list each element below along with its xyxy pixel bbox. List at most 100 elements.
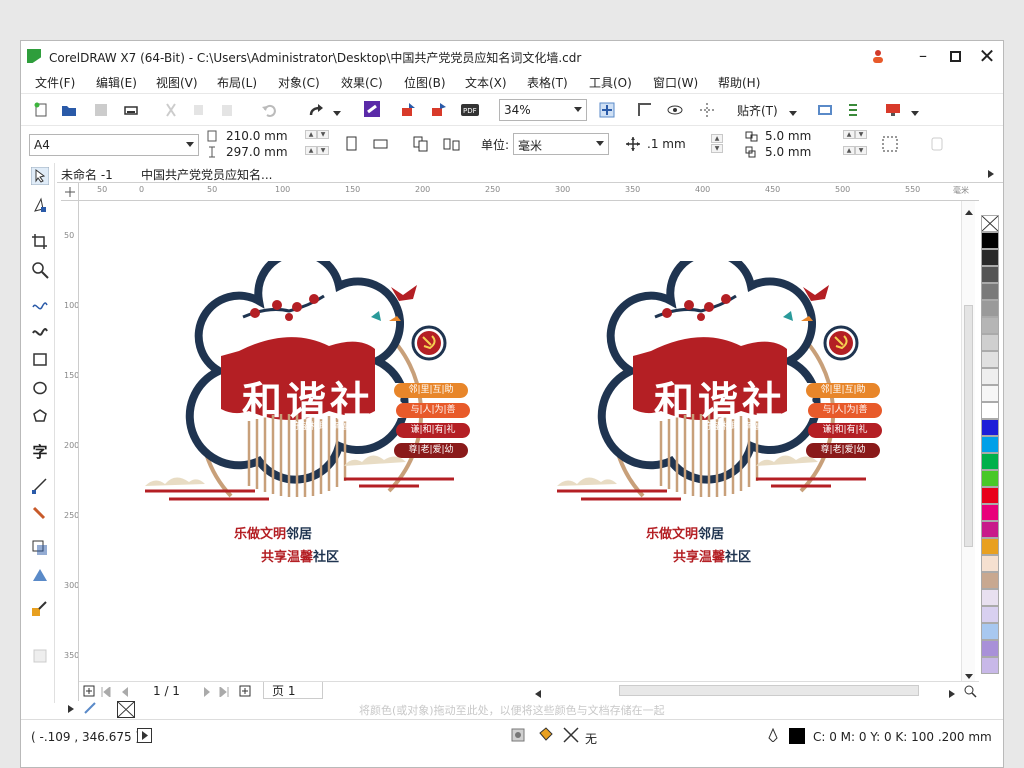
palette-swatch[interactable] <box>981 334 999 351</box>
page-tab[interactable]: 页 1 <box>263 682 323 699</box>
menu-view[interactable]: 视图(V) <box>156 74 198 91</box>
palette-swatch[interactable] <box>981 317 999 334</box>
save-icon[interactable] <box>93 102 109 116</box>
palette-swatch[interactable] <box>981 555 999 572</box>
dimension-tool-icon[interactable] <box>31 477 49 495</box>
open-icon[interactable] <box>61 102 77 116</box>
doc-palette-expand-icon[interactable] <box>67 703 75 717</box>
scroll-thumb[interactable] <box>964 305 973 547</box>
vertical-scrollbar[interactable] <box>961 201 975 681</box>
palette-swatch[interactable] <box>981 589 999 606</box>
maximize-icon[interactable] <box>941 44 969 68</box>
status-expand-icon[interactable] <box>137 728 152 743</box>
nudge-spinner-down[interactable]: ▼ <box>711 144 723 153</box>
undo-icon[interactable] <box>261 102 277 117</box>
palette-swatch[interactable] <box>981 232 999 249</box>
dup-y-field[interactable]: 5.0 mm <box>765 145 811 159</box>
palette-swatch[interactable] <box>981 487 999 504</box>
current-page-icon[interactable] <box>443 136 460 151</box>
height-spinner-down[interactable]: ▼ <box>317 146 329 155</box>
ruler-origin-icon[interactable] <box>61 183 79 201</box>
width-spinner-up[interactable]: ▲ <box>305 130 317 139</box>
fill-tool-icon[interactable] <box>31 647 49 665</box>
landscape-icon[interactable] <box>373 136 389 150</box>
color-proof-icon[interactable] <box>511 728 525 745</box>
redo-icon[interactable] <box>308 102 324 116</box>
artistic-media-icon[interactable] <box>31 323 49 341</box>
menu-tools[interactable]: 工具(O) <box>589 74 632 91</box>
fill-bucket-icon[interactable] <box>537 727 555 746</box>
portrait-icon[interactable] <box>343 136 359 151</box>
ellipse-tool-icon[interactable] <box>31 379 49 397</box>
zoom-combo[interactable]: 34% <box>499 99 587 121</box>
doc-palette-eyedropper-icon[interactable] <box>83 701 97 718</box>
menu-object[interactable]: 对象(C) <box>278 74 320 91</box>
tabs-scroll-right-icon[interactable] <box>987 168 995 182</box>
dupx-spinner-up[interactable]: ▲ <box>843 130 855 139</box>
page-height-field[interactable]: 297.0 mm <box>226 145 288 159</box>
palette-swatch[interactable] <box>981 266 999 283</box>
crop-tool-icon[interactable] <box>31 233 49 251</box>
minimize-icon[interactable]: – <box>909 44 937 68</box>
search-content-icon[interactable] <box>363 100 380 117</box>
vertical-ruler[interactable]: 50 100 150 200 250 300 350 <box>61 201 79 701</box>
doc-palette-none-swatch[interactable] <box>117 701 135 718</box>
paste-icon[interactable] <box>219 102 235 116</box>
tab-current-document[interactable]: 中国共产党党员应知名... <box>141 166 272 183</box>
zoom-tool-icon[interactable] <box>31 261 49 279</box>
close-icon[interactable]: ✕ <box>973 44 1001 68</box>
transparency-tool-icon[interactable] <box>31 567 49 585</box>
pick-tool-icon[interactable] <box>30 166 50 186</box>
screen-dropdown-icon[interactable] <box>911 106 927 120</box>
copy-icon[interactable] <box>191 102 207 116</box>
add-page-before-icon[interactable] <box>83 685 95 700</box>
rectangle-tool-icon[interactable] <box>31 351 49 369</box>
shadow-tool-icon[interactable] <box>31 539 49 557</box>
app-launcher-icon[interactable] <box>847 102 863 116</box>
new-doc-icon[interactable] <box>33 102 49 117</box>
units-combo[interactable]: 毫米 <box>513 133 609 155</box>
first-page-icon[interactable] <box>101 685 111 700</box>
export-icon[interactable] <box>431 102 447 116</box>
options-icon[interactable] <box>817 102 833 116</box>
page-layout-icon[interactable] <box>929 136 945 151</box>
palette-swatch[interactable] <box>981 521 999 538</box>
menu-text[interactable]: 文本(X) <box>465 74 507 91</box>
palette-swatch[interactable] <box>981 351 999 368</box>
palette-swatch[interactable] <box>981 623 999 640</box>
print-icon[interactable] <box>123 102 139 116</box>
palette-swatch[interactable] <box>981 436 999 453</box>
palette-swatch[interactable] <box>981 300 999 317</box>
design-right[interactable]: 和谐社区 守望相助 幸福邻里 邻|里|互|助 与|人|为|善 谦|和|有|礼 尊… <box>551 248 891 565</box>
menu-edit[interactable]: 编辑(E) <box>96 74 137 91</box>
view-icon[interactable] <box>667 102 683 116</box>
palette-swatch[interactable] <box>981 368 999 385</box>
page-size-combo[interactable]: A4 <box>29 134 199 156</box>
horizontal-scroll-thumb[interactable] <box>619 685 919 696</box>
freehand-tool-icon[interactable] <box>31 295 49 313</box>
horizontal-ruler[interactable]: 50 0 50 100 150 200 250 300 350 400 450 … <box>79 183 979 201</box>
connector-tool-icon[interactable] <box>31 505 49 523</box>
palette-swatch[interactable] <box>981 385 999 402</box>
all-pages-icon[interactable] <box>413 136 429 152</box>
palette-swatch[interactable] <box>981 538 999 555</box>
dupy-spinner-up[interactable]: ▲ <box>843 146 855 155</box>
palette-swatch[interactable] <box>981 249 999 266</box>
menu-layout[interactable]: 布局(L) <box>217 74 257 91</box>
last-page-icon[interactable] <box>219 685 229 700</box>
full-screen-icon[interactable] <box>599 102 615 118</box>
add-page-after-icon[interactable] <box>239 685 251 700</box>
height-spinner-up[interactable]: ▲ <box>305 146 317 155</box>
palette-swatch[interactable] <box>981 419 999 436</box>
palette-swatch[interactable] <box>981 606 999 623</box>
user-icon[interactable] <box>871 49 885 63</box>
rulers-icon[interactable] <box>637 102 653 116</box>
snap-to-button[interactable]: 贴齐(T) <box>737 102 778 119</box>
dup-x-field[interactable]: 5.0 mm <box>765 129 811 143</box>
palette-swatch[interactable] <box>981 504 999 521</box>
tab-untitled[interactable]: 未命名 -1 <box>61 166 113 183</box>
menu-effects[interactable]: 效果(C) <box>341 74 383 91</box>
design-left[interactable]: 和谐社区 守望相助 幸福邻里 邻|里|互|助 与|人|为|善 谦|和|有|礼 尊… <box>139 248 479 565</box>
shape-tool-icon[interactable] <box>31 197 49 215</box>
menu-file[interactable]: 文件(F) <box>35 74 75 91</box>
